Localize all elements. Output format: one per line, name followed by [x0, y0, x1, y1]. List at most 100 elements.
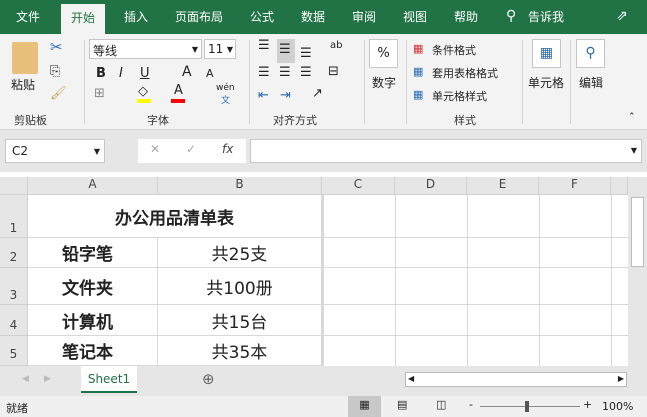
- row-header-4[interactable]: 4: [0, 305, 28, 336]
- cut-icon[interactable]: ✂: [50, 38, 63, 56]
- row-header-5[interactable]: 5: [0, 336, 28, 366]
- cell-b3[interactable]: 共100册: [158, 268, 322, 305]
- font-size-select[interactable]: 11 ▼: [204, 39, 236, 59]
- font-group-label: 字体: [147, 114, 169, 127]
- italic-button[interactable]: I: [119, 66, 123, 81]
- tab-home[interactable]: 开始: [61, 4, 106, 34]
- border-icon[interactable]: ⊞: [94, 86, 105, 101]
- add-sheet-icon[interactable]: ⊕: [202, 370, 215, 388]
- font-name-select[interactable]: 等线 ▼: [89, 39, 202, 59]
- name-box[interactable]: C2 ▼: [5, 139, 105, 163]
- cell-a5[interactable]: 笔记本: [28, 336, 158, 366]
- font-size-value: 11: [208, 42, 224, 56]
- paste-button[interactable]: 粘贴: [11, 76, 35, 93]
- cell-title[interactable]: 办公用品清单表: [28, 195, 322, 238]
- zoom-in-button[interactable]: +: [583, 398, 592, 411]
- grow-font-button[interactable]: A: [182, 64, 192, 80]
- cell-a4[interactable]: 计算机: [28, 305, 158, 336]
- sheet-tab-sheet1[interactable]: Sheet1: [81, 366, 137, 393]
- zoom-out-button[interactable]: -: [469, 398, 473, 411]
- underline-button[interactable]: U: [140, 66, 150, 81]
- column-header-b[interactable]: B: [158, 177, 322, 195]
- bold-button[interactable]: B: [96, 66, 106, 81]
- vertical-scrollbar[interactable]: [628, 177, 647, 366]
- cells-icon[interactable]: ▦: [532, 39, 561, 68]
- format-as-table-button[interactable]: 套用表格格式: [432, 65, 498, 81]
- zoom-level[interactable]: 100%: [602, 400, 633, 413]
- search-icon[interactable]: ⚲: [506, 8, 516, 24]
- cancel-icon[interactable]: ✕: [150, 142, 160, 156]
- tab-page-layout[interactable]: 页面布局: [175, 8, 223, 25]
- formula-bar-area: C2 ▼ ✕ ✓ fx ▼: [0, 130, 647, 172]
- column-header-c[interactable]: C: [322, 177, 395, 195]
- cell-b2[interactable]: 共25支: [158, 238, 322, 268]
- scroll-right-icon[interactable]: ▶: [618, 374, 624, 383]
- column-header-a[interactable]: A: [28, 177, 158, 195]
- percent-icon[interactable]: %: [369, 39, 398, 68]
- tab-view[interactable]: 视图: [403, 8, 427, 25]
- tab-insert[interactable]: 插入: [124, 8, 148, 25]
- font-name-value: 等线: [93, 44, 118, 58]
- horizontal-scrollbar[interactable]: ◀ ▶: [405, 372, 627, 387]
- enter-icon[interactable]: ✓: [186, 142, 196, 156]
- merge-center-icon[interactable]: ⊟: [328, 64, 339, 79]
- wrap-text-icon[interactable]: ab: [330, 40, 342, 51]
- tab-data[interactable]: 数据: [301, 8, 325, 25]
- tab-file[interactable]: 文件: [16, 8, 40, 25]
- align-bottom-icon[interactable]: ☰: [300, 46, 312, 61]
- cell-b4[interactable]: 共15台: [158, 305, 322, 336]
- align-right-icon[interactable]: ☰: [300, 65, 312, 80]
- vertical-scroll-thumb[interactable]: [631, 197, 644, 267]
- tab-formulas[interactable]: 公式: [250, 8, 274, 25]
- cells-button[interactable]: 单元格: [528, 74, 564, 91]
- increase-indent-icon[interactable]: ⇥: [280, 88, 291, 103]
- cell-b5[interactable]: 共35本: [158, 336, 322, 366]
- tab-help[interactable]: 帮助: [454, 8, 478, 25]
- tell-me[interactable]: 告诉我: [528, 8, 564, 25]
- align-left-icon[interactable]: ☰: [258, 65, 270, 80]
- zoom-slider[interactable]: [480, 406, 580, 407]
- align-middle-icon[interactable]: ☰: [279, 42, 291, 57]
- formula-input[interactable]: ▼: [250, 139, 642, 163]
- column-header-e[interactable]: E: [467, 177, 539, 195]
- page-break-view-icon[interactable]: ◫: [436, 398, 446, 411]
- column-header-d[interactable]: D: [395, 177, 467, 195]
- orientation-icon[interactable]: ↗: [312, 86, 323, 101]
- phonetic-icon[interactable]: wén: [216, 83, 235, 93]
- number-format-button[interactable]: 数字: [372, 74, 396, 91]
- collapse-ribbon-icon[interactable]: ⌃: [628, 112, 636, 122]
- format-painter-icon[interactable]: 🖌: [50, 86, 67, 101]
- row-header-2[interactable]: 2: [0, 238, 28, 268]
- find-icon[interactable]: ⚲: [576, 39, 605, 68]
- next-sheet-icon[interactable]: ▶: [44, 374, 51, 384]
- align-center-icon[interactable]: ☰: [279, 65, 291, 80]
- fill-color-icon[interactable]: ◇: [138, 84, 148, 99]
- normal-view-icon[interactable]: ▦: [348, 396, 381, 417]
- column-header-f[interactable]: F: [539, 177, 611, 195]
- cell-styles-button[interactable]: 单元格样式: [432, 88, 487, 104]
- select-all[interactable]: [0, 177, 28, 195]
- editing-button[interactable]: 编辑: [579, 74, 603, 91]
- paste-icon[interactable]: [12, 42, 38, 74]
- copy-icon[interactable]: ⎘: [50, 64, 60, 79]
- zoom-slider-thumb[interactable]: [525, 401, 529, 412]
- styles-group-label: 样式: [454, 114, 476, 127]
- cell-a2[interactable]: 铅字笔: [28, 238, 158, 268]
- column-header-g[interactable]: [611, 177, 628, 195]
- row-header-3[interactable]: 3: [0, 268, 28, 305]
- font-color-icon[interactable]: A: [174, 83, 183, 98]
- empty-grid[interactable]: [322, 195, 628, 366]
- cell-a3[interactable]: 文件夹: [28, 268, 158, 305]
- insert-function-button[interactable]: fx: [222, 142, 233, 156]
- conditional-format-button[interactable]: 条件格式: [432, 42, 476, 58]
- formula-buttons: ✕ ✓ fx: [138, 139, 246, 163]
- shrink-font-button[interactable]: A: [206, 67, 214, 80]
- share-icon[interactable]: ⇗: [616, 8, 628, 24]
- row-header-1[interactable]: 1: [0, 195, 28, 238]
- decrease-indent-icon[interactable]: ⇤: [258, 88, 269, 103]
- align-top-icon[interactable]: ☰: [258, 38, 270, 53]
- prev-sheet-icon[interactable]: ◀: [22, 374, 29, 384]
- tab-review[interactable]: 审阅: [352, 8, 376, 25]
- page-layout-view-icon[interactable]: ▤: [397, 398, 407, 411]
- scroll-left-icon[interactable]: ◀: [408, 374, 414, 383]
